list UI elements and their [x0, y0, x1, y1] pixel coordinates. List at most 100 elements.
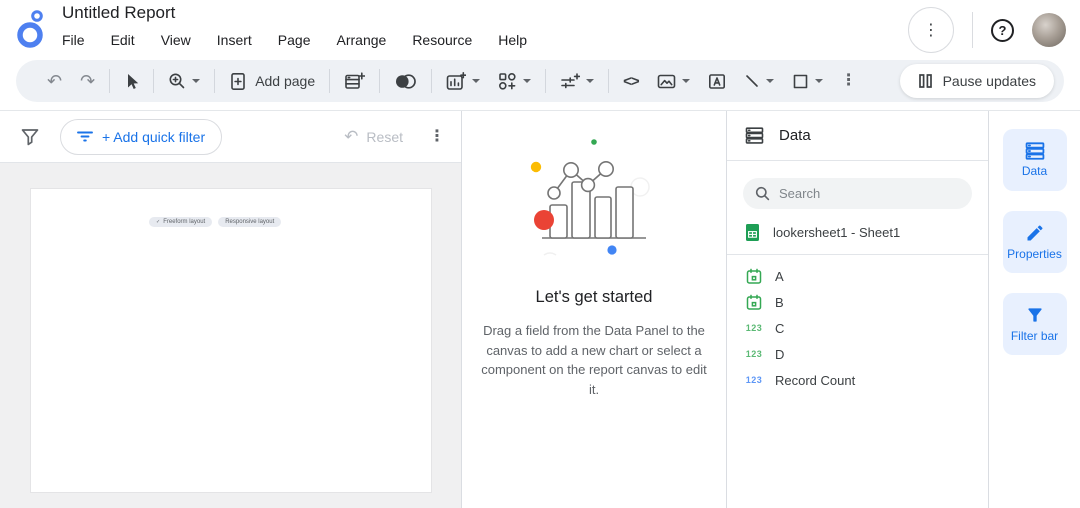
menu-insert[interactable]: Insert — [217, 32, 252, 48]
add-quick-filter-button[interactable]: + Add quick filter — [60, 119, 222, 155]
menu-resource[interactable]: Resource — [412, 32, 472, 48]
looker-studio-window: Untitled Report File Edit View Insert Pa… — [0, 0, 1080, 508]
menu-view[interactable]: View — [161, 32, 191, 48]
more-options-button[interactable]: ⋮ — [908, 7, 954, 53]
insert-text-button[interactable] — [699, 60, 735, 102]
toolbar-divider — [153, 69, 154, 93]
metric-field-icon: 123 — [745, 375, 763, 385]
rail-properties-button[interactable]: Properties — [1003, 211, 1067, 273]
menu-arrange[interactable]: Arrange — [337, 32, 387, 48]
undo-icon: ↶ — [47, 72, 62, 90]
data-panel-header: Data — [727, 111, 988, 161]
reset-button[interactable]: ↶ Reset — [344, 128, 403, 145]
data-source-row[interactable]: lookersheet1 - Sheet1 — [727, 209, 988, 255]
chevron-down-icon — [192, 79, 200, 83]
line-icon — [744, 73, 760, 89]
insert-image-button[interactable] — [648, 60, 699, 102]
filter-funnel-icon[interactable] — [20, 127, 40, 147]
title-block: Untitled Report File Edit View Insert Pa… — [62, 3, 527, 48]
green-dot — [591, 139, 597, 145]
quick-filter-bar: + Add quick filter ↶ Reset ⋮ — [0, 111, 461, 163]
red-dot — [534, 210, 554, 230]
field-row-b[interactable]: B — [727, 289, 988, 315]
calendar-icon — [745, 268, 763, 285]
menu-help[interactable]: Help — [498, 32, 527, 48]
add-page-button[interactable]: Add page — [220, 60, 324, 102]
filter-bar-more-button[interactable]: ⋮ — [429, 129, 445, 145]
text-box-icon — [708, 73, 726, 90]
filter-list-icon — [77, 130, 93, 143]
rail-properties-label: Properties — [1007, 247, 1062, 261]
field-row-c[interactable]: 123 C — [727, 315, 988, 341]
rail-filter-bar-label: Filter bar — [1011, 329, 1058, 343]
field-name: Record Count — [775, 373, 855, 388]
add-chart-button[interactable] — [437, 60, 489, 102]
add-control-button[interactable] — [551, 60, 603, 102]
rail-data-button[interactable]: Data — [1003, 129, 1067, 191]
pause-icon — [918, 73, 933, 89]
rail-filter-bar-button[interactable]: Filter bar — [1003, 293, 1067, 355]
blend-data-button[interactable] — [385, 60, 426, 102]
avatar[interactable] — [1032, 13, 1066, 47]
field-row-a[interactable]: A — [727, 263, 988, 289]
field-name: A — [775, 269, 784, 284]
responsive-layout-chip[interactable]: Responsive layout — [218, 217, 281, 227]
field-row-record-count[interactable]: 123 Record Count — [727, 367, 988, 393]
url-embed-button[interactable]: <> — [614, 60, 648, 102]
check-icon: ✓ — [156, 219, 160, 225]
pencil-icon — [1025, 223, 1045, 243]
add-community-visualization-button[interactable] — [489, 60, 540, 102]
redo-icon: ↷ — [80, 72, 95, 90]
cursor-icon — [124, 73, 139, 90]
field-name: C — [775, 321, 784, 336]
main-area: + Add quick filter ↶ Reset ⋮ ✓ Freeform … — [0, 110, 1080, 508]
chevron-down-icon — [472, 79, 480, 83]
add-quick-filter-label: + Add quick filter — [102, 129, 205, 145]
blend-icon — [394, 73, 417, 90]
layout-chips: ✓ Freeform layout Responsive layout — [149, 217, 281, 227]
reset-undo-icon: ↶ — [344, 128, 358, 145]
zoom-tool-button[interactable] — [159, 60, 209, 102]
toolbar-divider — [329, 69, 330, 93]
field-list: A B 123 C 123 D — [727, 255, 988, 393]
field-name: D — [775, 347, 784, 362]
redo-button[interactable]: ↷ — [71, 60, 104, 102]
toolbar-divider — [545, 69, 546, 93]
help-icon[interactable]: ? — [991, 19, 1014, 42]
menu-page[interactable]: Page — [278, 32, 311, 48]
insert-shape-button[interactable] — [783, 60, 832, 102]
zoom-icon — [168, 72, 186, 90]
toolbar-more-button[interactable]: ⋮ — [832, 60, 866, 102]
report-canvas[interactable]: ✓ Freeform layout Responsive layout — [0, 163, 461, 508]
toolbar-divider — [214, 69, 215, 93]
undo-button[interactable]: ↶ — [38, 60, 71, 102]
chart-illustration — [514, 135, 674, 265]
menu-edit[interactable]: Edit — [111, 32, 135, 48]
add-data-button[interactable] — [335, 60, 374, 102]
get-started-panel: Let's get started Drag a field from the … — [462, 111, 727, 508]
header-divider — [972, 12, 973, 48]
data-list-icon — [745, 127, 764, 144]
data-list-icon — [1025, 142, 1045, 160]
insert-line-button[interactable] — [735, 60, 783, 102]
search-input[interactable] — [779, 186, 949, 201]
add-data-icon — [344, 72, 365, 91]
menu-file[interactable]: File — [62, 32, 85, 48]
report-page[interactable]: ✓ Freeform layout Responsive layout — [30, 188, 432, 493]
toolbar-divider — [379, 69, 380, 93]
left-panel: + Add quick filter ↶ Reset ⋮ ✓ Freeform … — [0, 111, 462, 508]
select-tool-button[interactable] — [115, 60, 148, 102]
freeform-layout-chip[interactable]: ✓ Freeform layout — [149, 217, 212, 227]
report-title[interactable]: Untitled Report — [62, 3, 527, 23]
chevron-down-icon — [586, 79, 594, 83]
image-icon — [657, 73, 676, 90]
kebab-icon: ⋮ — [841, 73, 857, 89]
embed-icon: <> — [623, 74, 639, 89]
looker-studio-logo[interactable] — [16, 8, 48, 52]
pause-updates-button[interactable]: Pause updates — [900, 64, 1054, 98]
search-icon — [755, 186, 770, 201]
field-row-d[interactable]: 123 D — [727, 341, 988, 367]
data-panel-title: Data — [779, 127, 811, 144]
kebab-icon: ⋮ — [923, 20, 939, 40]
chevron-down-icon — [682, 79, 690, 83]
